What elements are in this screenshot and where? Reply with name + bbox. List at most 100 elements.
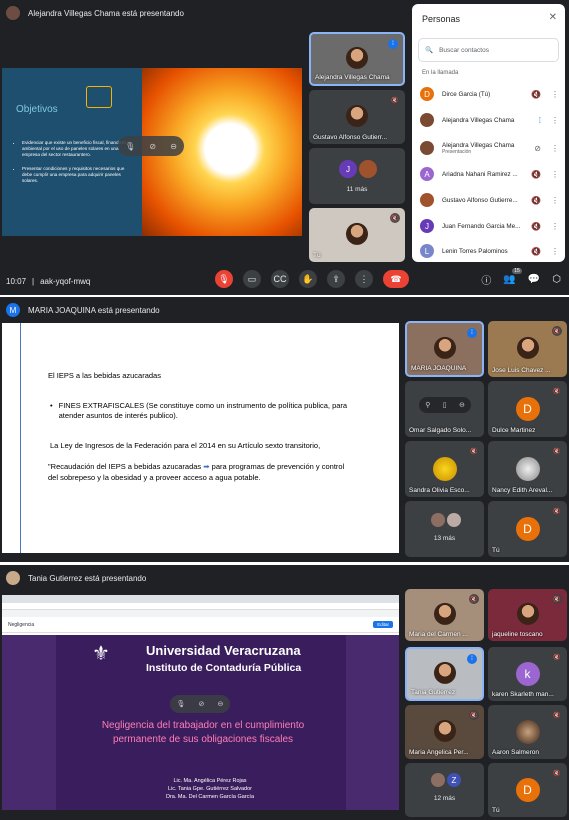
avatar (359, 160, 377, 178)
mic-off-icon[interactable]: 🎙 (177, 700, 186, 708)
slide-paragraph: La Ley de Ingresos de la Federación para… (50, 441, 321, 450)
participant-tile[interactable]: 🔇 Nancy Edith Areval... (488, 441, 567, 497)
more-icon[interactable]: ⋮ (551, 144, 559, 153)
participant-tile[interactable]: 🔇 Aaron Salmeron (488, 705, 567, 759)
participant-row[interactable]: D Dirce Garcia (Tú) 🔇 ⋮ (420, 81, 559, 107)
avatar (515, 720, 540, 744)
participant-tile[interactable]: ⁞ Tania Gutierrez (405, 647, 484, 701)
camera-toggle-button[interactable]: ▭ (243, 270, 261, 288)
participant-tile[interactable]: 🔇 Maria Angelica Per... (405, 705, 484, 759)
participant-tile[interactable]: ⚲ ▯ ⊖ Omar Salgado Solo... (405, 381, 484, 437)
more-options-button[interactable]: ⋮ (355, 270, 373, 288)
chat-icon[interactable]: 💬 (528, 274, 540, 285)
search-placeholder: Buscar contactos (439, 46, 489, 54)
self-tile[interactable]: 🔇 Tú (309, 208, 405, 262)
speaking-icon: ⁞ (467, 654, 477, 664)
camera-off-icon[interactable]: ⊘ (149, 142, 156, 151)
more-icon[interactable]: ⋮ (551, 247, 559, 256)
participant-name: Sandra Olivia Esco... (409, 487, 470, 494)
slide-bullet: • FINES EXTRAFISCALES (Se constituye como… (50, 401, 350, 421)
avatar (432, 457, 457, 481)
participant-name: Omar Salgado Solo... (409, 427, 472, 434)
participant-row[interactable]: Alejandra Villegas Chama ⁞ ⋮ (420, 107, 559, 133)
call-controls: 🎙 ▭ CC ✋ ⇪ ⋮ ☎ (215, 269, 409, 289)
search-input[interactable]: 🔍 Buscar contactos (418, 38, 559, 62)
slide-title: Objetivos (16, 104, 58, 115)
presentation-slide: ⚜ Universidad Veracruzana Instituto de C… (2, 635, 399, 810)
mic-off-icon: 🔇 (531, 195, 541, 205)
participant-name: Tú (492, 547, 500, 554)
participant-row[interactable]: Gustavo Alfonso Gutierre... 🔇 ⋮ (420, 187, 559, 213)
captions-button[interactable]: CC (271, 270, 289, 288)
mic-off-icon: 🔇 (552, 446, 562, 456)
presentation-controls: 🎙 ⊘ ⊖ (118, 136, 184, 156)
mic-off-icon[interactable]: ▯ (443, 401, 447, 409)
remove-icon[interactable]: ⊖ (218, 700, 224, 708)
participant-row[interactable]: J Juan Fernando Garcia Me... 🔇 ⋮ (420, 213, 559, 239)
participant-tile[interactable]: k 🔇 karen Skarleth man... (488, 647, 567, 701)
participant-tile[interactable]: ⁞ Alejandra Villegas Chama (309, 32, 405, 86)
raise-hand-button[interactable]: ✋ (299, 270, 317, 288)
participant-name: Maria Angelica Per... (409, 749, 469, 756)
browser-address-bar (2, 603, 399, 610)
participant-tile[interactable]: 🔇 Gustavo Alfonso Gutierr... (309, 90, 405, 144)
info-icon[interactable]: ⓘ (481, 272, 491, 287)
self-tile[interactable]: D 🔇 Tú (488, 501, 567, 557)
participant-name: Dulce Martinez (492, 427, 536, 434)
avatar (420, 113, 434, 127)
participant-name: Juan Fernando Garcia Me... (442, 222, 521, 230)
mic-off-icon: 🔇 (552, 326, 562, 336)
more-participants-tile[interactable]: J 11 más (309, 148, 405, 204)
slide-margin-line (20, 323, 21, 553)
participant-name: Ariadna Nahani Ramirez ... (442, 170, 518, 178)
remove-icon[interactable]: ⊖ (459, 401, 465, 409)
more-participants-tile[interactable]: Z 12 más (405, 763, 484, 817)
participant-name: Alejandra Villegas Chama (442, 116, 515, 124)
people-icon[interactable]: 👥 15 (503, 267, 522, 285)
slide-title: Negligencia del trabajador en el cumplim… (101, 720, 305, 745)
more-icon[interactable]: ⋮ (551, 222, 559, 231)
present-button[interactable]: ⇪ (327, 270, 345, 288)
end-call-button[interactable]: ☎ (383, 270, 409, 288)
self-tile[interactable]: D 🔇 Tú (488, 763, 567, 817)
edit-button[interactable]: Editar (373, 621, 393, 628)
more-icon[interactable]: ⋮ (551, 90, 559, 99)
section-label: En la llamada (422, 70, 459, 76)
avatar (420, 193, 434, 207)
author: Lic. Ma. Angélica Pérez Rojas (173, 778, 247, 784)
side-controls: ⓘ 👥 15 💬 ⬡ (481, 267, 561, 289)
avatar (515, 457, 540, 481)
participant-name: Dirce Garcia (Tú) (442, 90, 491, 98)
shared-slide: El IEPS a las bebidas azucaradas • FINES … (2, 323, 399, 553)
activities-icon[interactable]: ⬡ (552, 274, 561, 285)
more-icon[interactable]: ⋮ (551, 116, 559, 125)
mic-off-icon: 🔇 (531, 221, 541, 231)
avatar: D (420, 87, 434, 101)
participant-tile[interactable]: 🔇 Jose Luis Chavez ... (488, 321, 567, 377)
participant-row[interactable]: A Ariadna Nahani Ramirez ... 🔇 ⋮ (420, 161, 559, 187)
more-participants-tile[interactable]: 13 más (405, 501, 484, 557)
camera-off-icon[interactable]: ⊘ (199, 700, 205, 708)
participant-tile[interactable]: D 🔇 Dulce Martinez (488, 381, 567, 437)
avatar (447, 513, 461, 527)
participant-tile[interactable]: ⁞ MARIA JOAQUINA (405, 321, 484, 377)
participant-tile[interactable]: 🔇 Maria del Carmen ... (405, 589, 484, 641)
participant-sub: Presentación (442, 148, 472, 155)
more-icon[interactable]: ⋮ (551, 196, 559, 205)
mic-off-icon[interactable]: 🎙 (125, 142, 135, 151)
presenter-avatar: M (6, 303, 20, 317)
participant-row[interactable]: L Lenin Torres Palominos 🔇 ⋮ (420, 238, 559, 264)
speaking-icon: ⁞ (467, 328, 477, 338)
participant-tile[interactable]: 🔇 Sandra Olivia Esco... (405, 441, 484, 497)
more-icon[interactable]: ⋮ (551, 170, 559, 179)
participant-row[interactable]: Alejandra Villegas Chama Presentación ⊘ ⋮ (420, 135, 559, 161)
participant-name: Jose Luis Chavez ... (492, 367, 551, 374)
mic-toggle-button[interactable]: 🎙 (215, 270, 233, 288)
participant-tile[interactable]: 🔇 jaqueline toscano (488, 589, 567, 641)
search-icon: 🔍 (425, 47, 434, 54)
university-name: Universidad Veracruzana (146, 643, 301, 658)
close-icon[interactable]: ✕ (549, 12, 557, 23)
avatar: A (420, 167, 434, 181)
remove-icon[interactable]: ⊖ (170, 142, 177, 151)
pin-icon[interactable]: ⚲ (425, 401, 430, 409)
